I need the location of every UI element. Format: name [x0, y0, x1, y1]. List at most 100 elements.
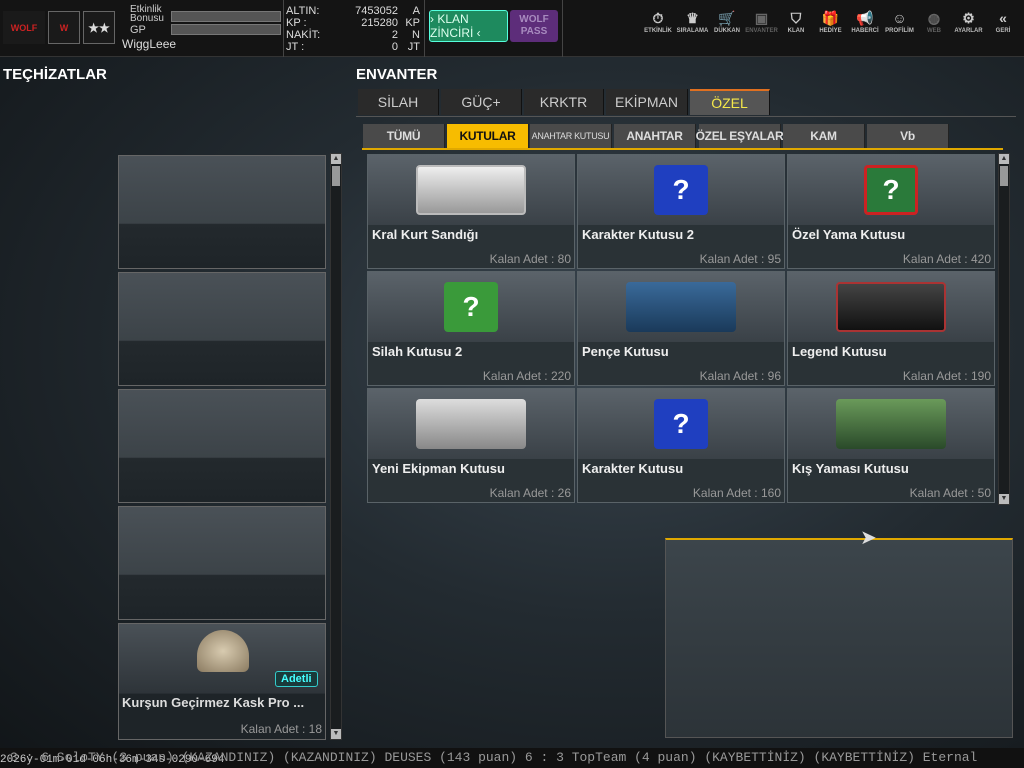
item-name: Karakter Kutusu 2 — [582, 227, 694, 242]
nav-label: GERİ — [995, 28, 1011, 34]
item-image — [368, 155, 574, 225]
klan-zinciri-button[interactable]: › KLAN ZİNCİRİ ‹ — [429, 10, 508, 42]
inventory-item[interactable]: Kış Yaması Kutusu Kalan Adet : 50 — [787, 388, 995, 503]
nav-label: ENVANTER — [745, 28, 778, 34]
equipment-slot[interactable] — [118, 389, 326, 503]
inventory-item[interactable]: ? Karakter Kutusu 2 Kalan Adet : 95 — [577, 154, 785, 269]
tab-2[interactable]: KRKTR — [524, 89, 604, 115]
nav-envanter[interactable]: ▣ ENVANTER — [744, 10, 780, 34]
inventory-scrollbar[interactable]: ▲ ▼ — [998, 153, 1010, 505]
inventory-item[interactable]: Legend Kutusu Kalan Adet : 190 — [787, 271, 995, 386]
equipment-scrollbar[interactable]: ▲ ▼ — [330, 153, 342, 740]
nav-ayarlar[interactable]: ⚙ AYARLAR — [951, 10, 987, 34]
item-image: ? — [578, 155, 784, 225]
currency-label: ALTIN: — [286, 5, 320, 17]
nav-dükkan[interactable]: 🛒 DÜKKAN — [709, 10, 745, 34]
currency-value: 0 — [391, 41, 398, 53]
nav-web[interactable]: ◍ WEB — [916, 10, 952, 34]
inventory-item[interactable]: Kral Kurt Sandığı Kalan Adet : 80 — [367, 154, 575, 269]
inventory-item[interactable]: Pençe Kutusu Kalan Adet : 96 — [577, 271, 785, 386]
currency-value: 215280 — [361, 17, 398, 29]
item-name: Legend Kutusu — [792, 344, 887, 359]
envanter-icon: ▣ — [754, 10, 769, 26]
event-bonus-bar — [171, 11, 281, 22]
inventory-item[interactable]: Yeni Ekipman Kutusu Kalan Adet : 26 — [367, 388, 575, 503]
nav-klan[interactable]: ⛉ KLAN — [778, 10, 814, 34]
player-name: WiggLeee — [122, 37, 177, 51]
item-name: Silah Kutusu 2 — [372, 344, 463, 359]
item-box-icon — [836, 399, 946, 449]
item-count: Kalan Adet : 190 — [902, 369, 991, 383]
dükkan-icon: 🛒 — [718, 10, 736, 26]
item-name: Özel Yama Kutusu — [792, 227, 906, 242]
helmet-icon — [197, 630, 249, 672]
inventory-item[interactable]: ? Silah Kutusu 2 Kalan Adet : 220 — [367, 271, 575, 386]
subtab-2[interactable]: ANAHTAR KUTUSU — [530, 124, 612, 148]
inventory-title: ENVANTER — [356, 66, 438, 83]
nav-geri̇[interactable]: « GERİ — [985, 10, 1021, 34]
equipment-slot[interactable] — [118, 272, 326, 386]
equipment-slot[interactable] — [118, 155, 326, 269]
subtab-5[interactable]: KAM — [783, 124, 865, 148]
match-ticker: 2026y-01m-01d-06h-36m-34s-0290-694 3 : 6… — [0, 748, 1024, 768]
item-box-icon — [416, 399, 526, 449]
item-count: Kalan Adet : 96 — [699, 369, 781, 383]
top-bar: WOLF W ★★ Etkinlik Bonusu GP WiggLeee AL… — [0, 0, 1024, 57]
tab-1[interactable]: GÜÇ+ — [441, 89, 522, 115]
item-count: Kalan Adet : 95 — [699, 252, 781, 266]
inventory-item[interactable]: ? Özel Yama Kutusu Kalan Adet : 420 — [787, 154, 995, 269]
ayarlar-icon: ⚙ — [962, 10, 975, 26]
etki̇nli̇k-icon: ⏱ — [652, 10, 664, 26]
subtab-6[interactable]: Vb — [867, 124, 949, 148]
clan-emblem[interactable]: W — [48, 11, 80, 44]
item-box-icon: ? — [654, 399, 708, 449]
subtab-1[interactable]: KUTULAR — [447, 124, 529, 148]
currency-value: 2 — [391, 29, 398, 41]
item-image: ? — [578, 389, 784, 459]
event-bonus-label: Etkinlik Bonusu — [130, 4, 164, 24]
nav-hedi̇ye[interactable]: 🎁 HEDİYE — [813, 10, 849, 34]
item-image: ? — [368, 272, 574, 342]
item-box-icon: ? — [444, 282, 498, 332]
currency-value: 7453052 — [355, 5, 398, 17]
equipped-item-count: Kalan Adet : 18 — [240, 722, 322, 736]
currency-panel: ALTIN: 7453052 A KP : 215280 KP NAKİT: 2 N JT : 0J… — [286, 5, 420, 53]
currency-row: KP : 215280 KP — [286, 17, 420, 29]
tab-4[interactable]: ÖZEL — [690, 89, 770, 115]
item-count: Kalan Adet : 50 — [909, 486, 991, 500]
item-box-icon: ? — [654, 165, 708, 215]
item-image — [788, 272, 994, 342]
item-image — [578, 272, 784, 342]
nav-label: AYARLAR — [954, 28, 983, 34]
currency-label: NAKİT: — [286, 29, 321, 41]
nav-label: WEB — [927, 28, 941, 34]
item-count: Kalan Adet : 420 — [902, 252, 991, 266]
tab-3[interactable]: EKİPMAN — [606, 89, 688, 115]
nav-profi̇li̇m[interactable]: ☺ PROFİLİM — [882, 10, 918, 34]
item-name: Kış Yaması Kutusu — [792, 461, 909, 476]
nav-etki̇nli̇k[interactable]: ⏱ ETKİNLİK — [640, 10, 676, 34]
subtab-3[interactable]: ANAHTAR — [614, 124, 696, 148]
geri̇-icon: « — [999, 10, 1007, 26]
inventory-item[interactable]: ? Karakter Kutusu Kalan Adet : 160 — [577, 388, 785, 503]
equipment-slot-helmet[interactable]: Adetli Kurşun Geçirmez Kask Pro ... Kala… — [118, 623, 326, 740]
item-count: Kalan Adet : 26 — [489, 486, 571, 500]
currency-row: NAKİT: 2 N — [286, 29, 420, 41]
nav-siralama[interactable]: ♛ SIRALAMA — [675, 10, 711, 34]
currency-label: JT : — [286, 41, 305, 53]
equipped-item-name: Kurşun Geçirmez Kask Pro ... — [122, 695, 305, 710]
item-image — [368, 389, 574, 459]
currency-row: JT : 0 JT — [286, 41, 420, 53]
subtab-4[interactable]: ÖZEL EŞYALAR — [696, 124, 784, 148]
web-icon: ◍ — [927, 10, 941, 26]
currency-row: ALTIN: 7453052 A — [286, 5, 420, 17]
klan-icon: ⛉ — [790, 10, 802, 26]
wolf-pass-button[interactable]: WOLF PASS — [510, 10, 558, 42]
item-count: Kalan Adet : 160 — [692, 486, 781, 500]
nav-label: DÜKKAN — [714, 28, 740, 34]
mouse-cursor: ➤ — [860, 527, 877, 549]
subtab-0[interactable]: TÜMÜ — [363, 124, 445, 148]
equipment-slot[interactable] — [118, 506, 326, 620]
nav-haberci̇[interactable]: 📢 HABERCİ — [847, 10, 883, 34]
tab-0[interactable]: SİLAH — [358, 89, 439, 115]
